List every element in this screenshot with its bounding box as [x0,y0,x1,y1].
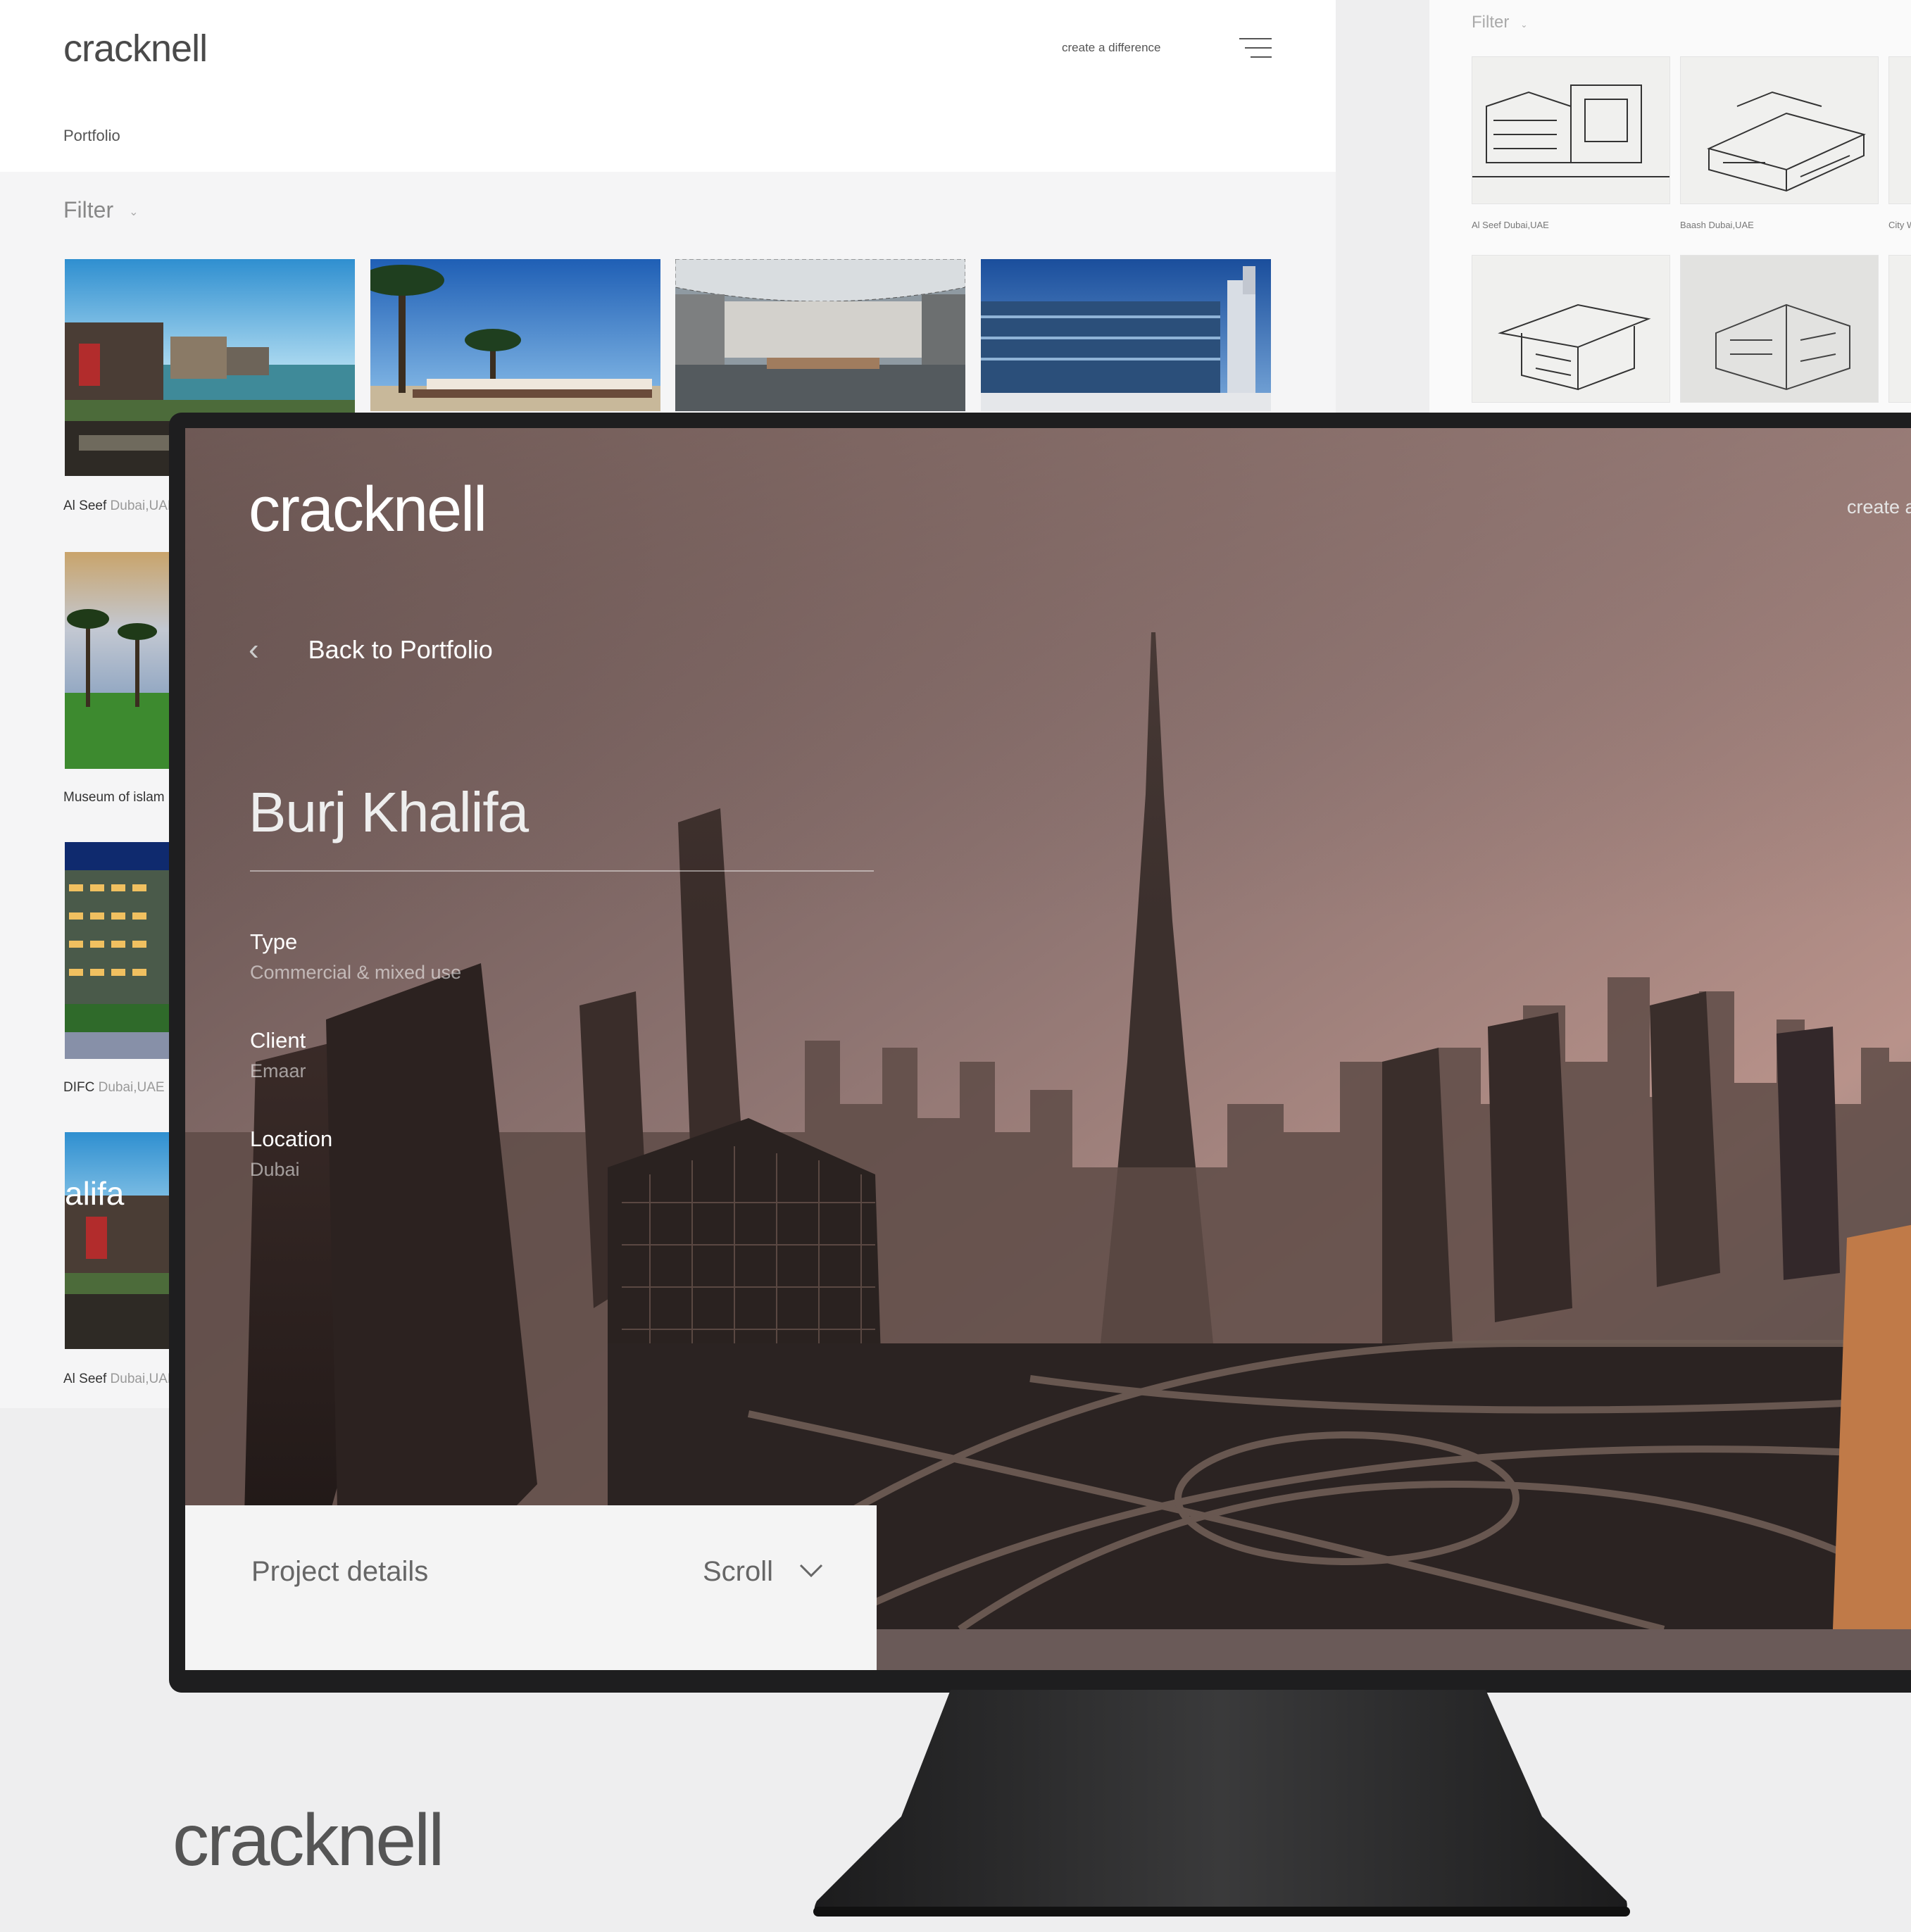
project-thumb-al-seef-2[interactable]: alifa [65,1132,169,1349]
monitor-stand [813,1690,1630,1917]
menu-icon[interactable] [1239,38,1272,59]
overlay-title-fragment: alifa [65,1175,125,1212]
project-details-label: Project details [251,1556,429,1587]
caption-name: Al Seef [63,498,107,513]
caption-al-seef-2: Al Seef Dubai,UAE [63,1372,177,1387]
header-tagline: create a difference [1062,41,1161,54]
sketch-thumb-5[interactable] [1680,255,1879,403]
hero-tagline: create a [1847,496,1911,518]
caption-name: DIFC [63,1080,95,1095]
meta-client-label: Client [250,1028,306,1053]
project-details-bar[interactable]: Project details Scroll [185,1505,877,1670]
sketch-thumb-1[interactable] [1472,56,1670,204]
sketch-caption-1: Al Seef Dubai,UAE [1472,220,1549,230]
meta-type-label: Type [250,929,298,954]
sketch-caption-3: City W [1888,220,1911,230]
meta-location: Location Dubai [250,1127,332,1181]
brand-logo: cracknell [173,1800,444,1881]
hero-image-dubai-skyline [185,428,1911,1629]
breadcrumb[interactable]: Portfolio [63,127,120,145]
header-logo[interactable]: cracknell [63,27,208,70]
chevron-down-icon[interactable] [799,1563,823,1579]
back-to-portfolio-link[interactable]: ‹ Back to Portfolio [249,632,493,667]
sketch-filter-label: Filter [1472,13,1510,32]
monitor-screen: cracknell create a ‹ Back to Portfolio B… [185,428,1911,1670]
sketch-caption-2: Baash Dubai,UAE [1680,220,1754,230]
project-thumb-museum[interactable] [65,552,169,769]
project-thumb-office[interactable] [981,259,1271,411]
project-thumb-museum-plaza[interactable] [675,259,965,411]
project-thumb-beach[interactable] [370,259,660,411]
caption-al-seef: Al Seef Dubai,UAE [63,498,177,514]
chevron-down-icon: ⌄ [1520,20,1528,30]
chevron-left-icon: ‹ [249,632,259,667]
caption-difc: DIFC Dubai,UAE [63,1080,165,1096]
caption-location: Dubai,UAE [110,498,177,513]
sketch-thumb-2[interactable] [1680,56,1879,204]
sketch-thumb-3[interactable] [1888,56,1911,204]
sketch-filter-dropdown[interactable]: Filter ⌄ [1472,13,1527,32]
sketch-thumb-4[interactable] [1472,255,1670,403]
meta-client-value: Emaar [250,1060,306,1081]
filter-label: Filter [63,197,114,222]
meta-client: Client Emaar [250,1028,306,1082]
project-title: Burj Khalifa [249,781,529,843]
title-divider [250,870,874,872]
hero-logo[interactable]: cracknell [249,474,487,546]
sketch-thumb-6[interactable] [1888,255,1911,403]
caption-name: Museum of islam [63,790,165,805]
project-thumb-difc[interactable] [65,842,169,1059]
caption-name: Al Seef [63,1372,107,1386]
caption-museum: Museum of islam [63,790,165,805]
meta-location-value: Dubai [250,1159,300,1180]
chevron-down-icon: ⌄ [129,206,139,218]
meta-location-label: Location [250,1127,333,1151]
meta-type: Type Commercial & mixed use [250,929,461,984]
portfolio-header: cracknell create a difference Portfolio [0,0,1336,172]
meta-type-value: Commercial & mixed use [250,962,462,983]
back-label: Back to Portfolio [308,635,493,664]
caption-location: Dubai,UAE [98,1080,165,1095]
sketch-page: Filter ⌄ Al Seef Dubai,UAE Baash Dubai,UA… [1429,0,1911,422]
scroll-label[interactable]: Scroll [703,1556,773,1588]
caption-location: Dubai,UAE [110,1372,177,1386]
filter-dropdown[interactable]: Filter ⌄ [63,197,139,223]
